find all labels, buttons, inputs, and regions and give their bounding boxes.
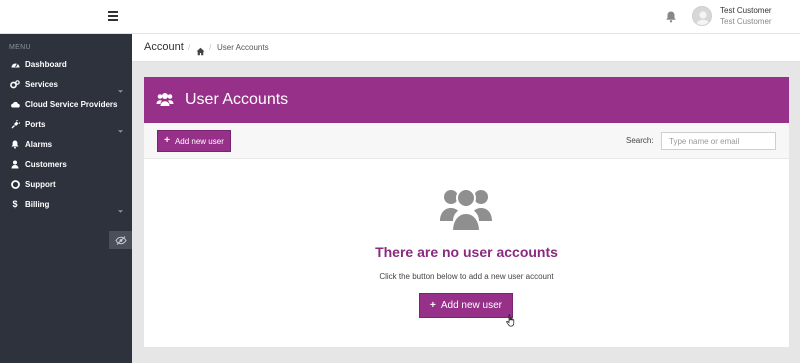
top-bar: Test Customer Test Customer ▼ xyxy=(0,0,800,34)
sidebar-item-label: Services xyxy=(25,79,58,89)
add-new-user-label: Add new user xyxy=(174,136,224,146)
home-icon[interactable] xyxy=(196,43,205,56)
empty-state-subtitle: Click the button below to add a new user… xyxy=(379,272,554,281)
sidebar-item-billing[interactable]: $ Billing xyxy=(0,194,132,214)
sidebar-item-support[interactable]: Support xyxy=(0,174,132,194)
sidebar-item-label: Support xyxy=(25,179,56,189)
user-role: Test Customer xyxy=(720,17,772,26)
notifications-bell-icon[interactable] xyxy=(664,10,678,24)
plug-icon xyxy=(10,119,20,129)
add-new-user-button[interactable]: + Add new user xyxy=(157,130,231,152)
sidebar-item-label: Dashboard xyxy=(25,59,67,69)
breadcrumb: Account / / User Accounts xyxy=(132,34,800,62)
panel-toolbar: + Add new user Search: xyxy=(144,123,789,159)
panel-title: User Accounts xyxy=(185,91,289,108)
plus-icon: + xyxy=(430,299,436,311)
user-menu[interactable]: Test Customer Test Customer ▼ xyxy=(720,5,772,27)
add-new-user-label: Add new user xyxy=(440,300,502,311)
chevron-down-icon xyxy=(118,201,123,213)
users-icon xyxy=(156,92,174,108)
hamburger-menu-icon[interactable] xyxy=(108,10,120,22)
users-placeholder-icon xyxy=(440,185,492,233)
breadcrumb-separator: / xyxy=(209,43,212,52)
dashboard-icon xyxy=(10,59,20,69)
sidebar-item-cloud-service-providers[interactable]: Cloud Service Providers xyxy=(0,94,132,114)
hand-cursor-icon xyxy=(506,314,516,327)
sidebar-item-label: Alarms xyxy=(25,139,53,149)
sidebar: MENU Dashboard Services Cloud Service Pr… xyxy=(0,34,132,363)
toggle-sidebar-eye-slash-icon[interactable] xyxy=(109,231,132,249)
avatar[interactable] xyxy=(692,6,712,26)
search-input[interactable] xyxy=(661,132,776,150)
sidebar-item-customers[interactable]: Customers xyxy=(0,154,132,174)
sidebar-item-label: Cloud Service Providers xyxy=(25,99,118,109)
bell-icon xyxy=(10,139,20,149)
sidebar-item-label: Ports xyxy=(25,119,46,129)
user-name: Test Customer xyxy=(720,6,772,15)
sidebar-item-ports[interactable]: Ports xyxy=(0,114,132,134)
plus-icon: + xyxy=(164,135,170,146)
cloud-icon xyxy=(10,99,20,109)
search-label: Search: xyxy=(626,136,654,145)
sidebar-item-dashboard[interactable]: Dashboard xyxy=(0,54,132,74)
panel-header: User Accounts xyxy=(144,77,789,123)
user-icon xyxy=(10,159,20,169)
breadcrumb-separator: / xyxy=(188,43,191,52)
sidebar-menu-label: MENU xyxy=(9,44,31,51)
page-title: Account xyxy=(144,41,184,53)
sidebar-item-label: Customers xyxy=(25,159,67,169)
life-ring-icon xyxy=(10,179,20,189)
cogs-icon xyxy=(10,79,20,89)
breadcrumb-current: User Accounts xyxy=(217,43,269,52)
chevron-down-icon xyxy=(118,81,123,93)
sidebar-item-alarms[interactable]: Alarms xyxy=(0,134,132,154)
user-accounts-panel: User Accounts + Add new user Search: The… xyxy=(144,77,789,347)
sidebar-item-label: Billing xyxy=(25,199,50,209)
empty-state-title: There are no user accounts xyxy=(375,244,558,260)
sidebar-item-services[interactable]: Services xyxy=(0,74,132,94)
chevron-down-icon xyxy=(118,121,123,133)
dollar-icon: $ xyxy=(12,199,18,209)
add-new-user-primary-button[interactable]: + Add new user xyxy=(419,293,513,318)
